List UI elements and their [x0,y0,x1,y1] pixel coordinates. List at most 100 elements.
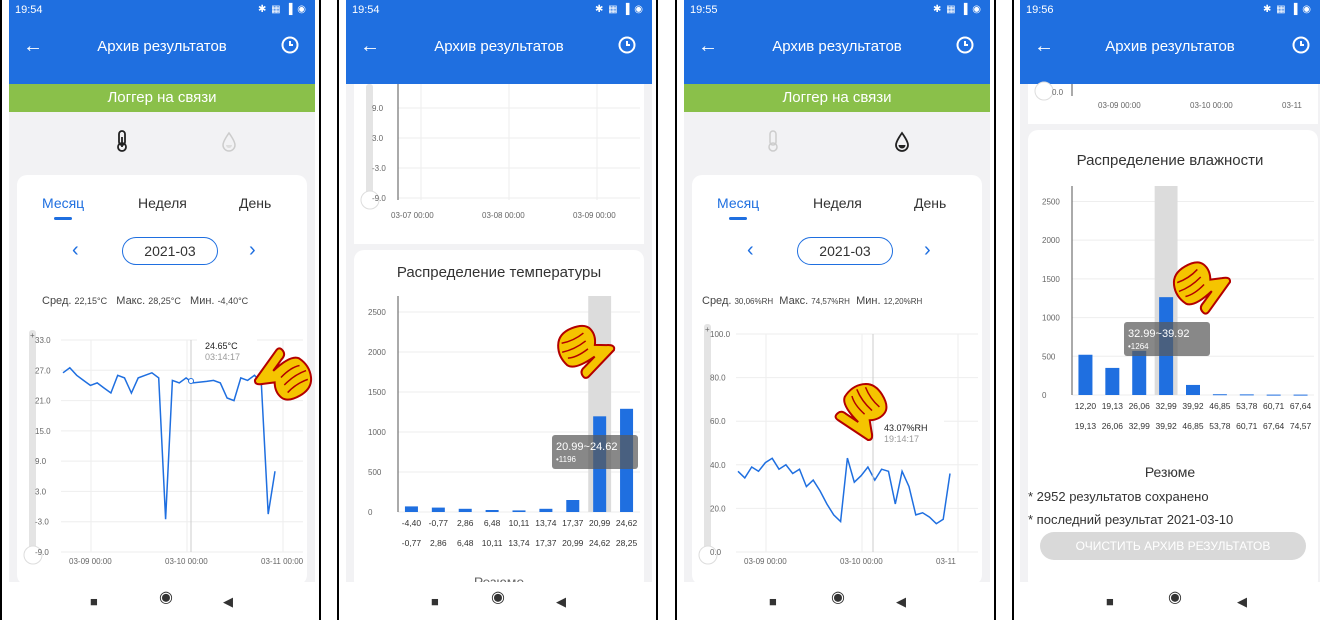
bin-from-label: 17,37 [562,518,584,528]
bin-to-label: 60,71 [1236,421,1258,431]
bin-from-label: 26,06 [1129,401,1151,411]
bin-from-label: 24,62 [616,518,638,528]
histogram-bar [1266,394,1281,396]
temperature-line-chart[interactable]: +33.027.021.015.09.03.0-3.0-9.003-09 00:… [9,0,315,582]
histogram-bar [431,507,445,512]
screen-humidity-distribution: 19:56 ✱ ▦ ▐ ◉ ← Архив результатов Распред… [1012,0,1320,620]
y-tick-label: 9.0 [372,104,384,113]
histogram-bar [1186,384,1200,395]
home-circle-icon[interactable]: ◉ [491,590,505,606]
x-tick-label: 03-09 00:00 [573,211,616,220]
y-tick-label: 0.0 [710,548,722,557]
back-triangle-icon[interactable]: ◀ [896,595,906,608]
y-tick-label: 500 [368,468,382,477]
histogram-bar [1132,350,1147,395]
bin-from-label: -4,40 [402,518,422,528]
bin-to-label: 46,85 [1182,421,1204,431]
x-tick-label: 03-10 00:00 [840,557,883,566]
temperature-histogram[interactable]: 9.0 3.0 -3.0 -9.0 03-07 00:00 03-08 00:00 03-0… [346,0,652,582]
tooltip-count: •1196 [556,455,577,464]
histogram-bar [566,500,580,512]
phone-screen: 19:55 ✱ ▦ ▐ ◉ ← Архив результатов Логгер … [684,0,990,582]
y-tick-label: 9.0 [35,457,47,466]
bin-from-label: 10,11 [509,518,530,528]
y-tick-label: 27.0 [35,366,51,375]
system-nav-bar: ■ ◉ ◀ [684,582,990,620]
x-tick-label: 03-09 00:00 [69,557,112,566]
home-circle-icon[interactable]: ◉ [1168,590,1182,606]
cursor-point [188,378,194,384]
screen-temperature-distribution: 19:54 ✱ ▦ ▐ ◉ ← Архив результатов Распред… [337,0,658,620]
bin-to-label: 39,92 [1155,421,1177,431]
y-tick-label: 20.0 [710,504,726,513]
screen-temperature-line: 19:54 ✱ ▦ ▐ ◉ ← Архив результатов Логгер … [0,0,321,620]
bin-to-label: 28,25 [616,538,638,548]
tooltip-range: 32.99~39.92 [1128,328,1189,340]
phone-screen: 19:54 ✱ ▦ ▐ ◉ ← Архив результатов Распред… [346,0,652,582]
bin-from-label: 39,92 [1182,401,1204,411]
y-tick-label: -9.0 [372,194,386,203]
recents-square-icon[interactable]: ■ [431,595,439,608]
bin-to-label: 67,64 [1263,421,1285,431]
recents-square-icon[interactable]: ■ [1106,595,1114,608]
y-tick-label: 3.0 [372,134,384,143]
system-nav-bar: ■ ◉ ◀ [1020,582,1320,620]
bin-to-label: 17,37 [535,538,557,548]
bin-from-label: 32,99 [1155,401,1177,411]
histogram-bar [539,508,553,512]
y-tick-label: 2500 [1042,197,1060,206]
histogram-bar [1212,394,1227,396]
x-tick-label: 03-09 00:00 [744,557,787,566]
y-tick-label: 500 [1042,352,1056,361]
tooltip-range: 20.99~24.62 [556,441,617,453]
histogram-bar [1078,354,1093,395]
x-tick-label: 03-11 [1282,101,1302,110]
y-tick-label: 1500 [368,388,386,397]
y-tick-label: 40.0 [710,461,726,470]
pointing-hand-icon [253,347,313,401]
bin-to-label: 53,78 [1209,421,1231,431]
x-tick-label: 03-07 00:00 [391,211,434,220]
x-tick-label: 03-11 00:00 [261,557,304,566]
bin-to-label: 32,99 [1129,421,1151,431]
y-tick-label: 2000 [368,348,386,357]
histogram-bar [485,510,499,512]
bin-from-label: 46,85 [1209,401,1231,411]
home-circle-icon[interactable]: ◉ [159,590,173,606]
y-tick-label: 60.0 [710,417,726,426]
bin-from-label: 12,20 [1075,401,1097,411]
back-triangle-icon[interactable]: ◀ [1237,595,1247,608]
x-tick-label: 03-10 00:00 [165,557,208,566]
humidity-line-chart[interactable]: +100.080.060.040.020.00.003-09 00:00 03-1… [684,0,990,582]
bin-to-label: 74,57 [1290,421,1312,431]
recents-square-icon[interactable]: ■ [769,595,777,608]
y-tick-label: 100.0 [710,330,731,339]
x-tick-label: 03-11 [936,557,956,566]
bin-to-label: 6,48 [457,538,474,548]
bin-to-label: -0,77 [402,538,422,548]
zoom-handle [1034,81,1054,101]
x-tick-label: 03-08 00:00 [482,211,525,220]
y-tick-label: -9.0 [35,548,49,557]
histogram-bar [1239,394,1254,396]
humidity-histogram[interactable]: 0.0 03-09 00:00 03-10 00:00 03-11 2500 2000 15… [1020,0,1320,582]
phone-screen: 19:56 ✱ ▦ ▐ ◉ ← Архив результатов Распред… [1020,0,1320,582]
bin-from-label: 53,78 [1236,401,1258,411]
x-tick-label: 03-10 00:00 [1190,101,1233,110]
bin-to-label: 19,13 [1075,421,1097,431]
screen-humidity-line: 19:55 ✱ ▦ ▐ ◉ ← Архив результатов Логгер … [675,0,996,620]
histogram-bar [404,506,418,512]
recents-square-icon[interactable]: ■ [90,595,98,608]
y-tick-label: 80.0 [710,374,726,383]
back-triangle-icon[interactable]: ◀ [556,595,566,608]
bin-from-label: 13,74 [535,518,557,528]
tooltip-count: •1264 [1128,342,1149,351]
y-tick-label: 1000 [1042,314,1060,323]
back-triangle-icon[interactable]: ◀ [223,595,233,608]
tooltip-time: 03:14:17 [205,352,240,362]
y-tick-label: 33.0 [35,336,51,345]
y-tick-label: 1500 [1042,275,1060,284]
home-circle-icon[interactable]: ◉ [831,590,845,606]
histogram-bar [1293,394,1308,396]
bin-from-label: 2,86 [457,518,474,528]
